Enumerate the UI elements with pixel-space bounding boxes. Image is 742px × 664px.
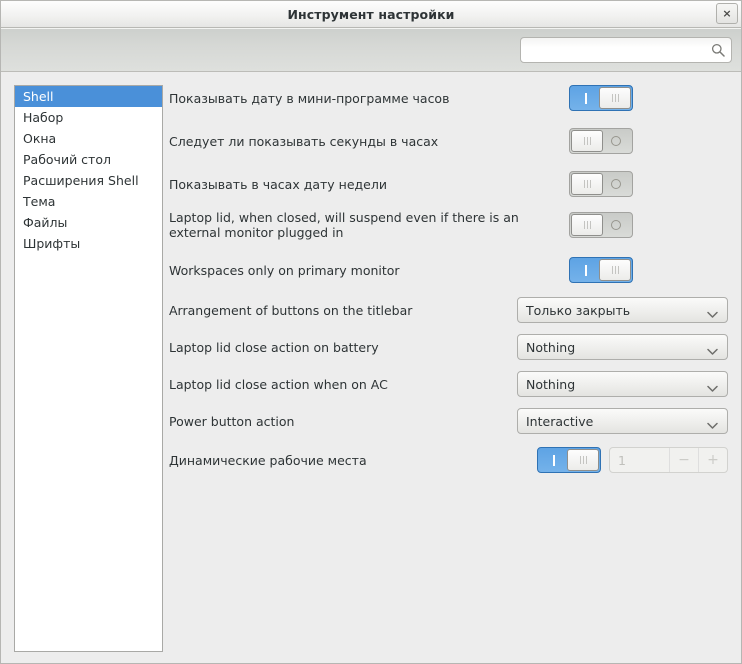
settings-row-label: Power button action	[169, 413, 295, 429]
chevron-down-icon	[707, 307, 718, 322]
switch-knob[interactable]	[567, 449, 599, 471]
settings-window: Инструмент настройки × Shell Набор Окна Раб…	[0, 0, 742, 664]
settings-row-control	[569, 85, 633, 111]
settings-row-label: Arrangement of buttons on the titlebar	[169, 302, 413, 318]
settings-row: Laptop lid close action on battery Nothin…	[169, 334, 728, 360]
settings-row: Power button action Interactive	[169, 408, 728, 434]
settings-row: Показывать дату в мини-программе часов	[169, 85, 728, 111]
dropdown-select[interactable]: Nothing	[517, 371, 728, 397]
toggle-switch[interactable]	[569, 212, 633, 238]
sidebar-item-расширения-shell[interactable]: Расширения Shell	[15, 170, 162, 191]
settings-row-control: Nothing	[517, 334, 728, 360]
settings-row: Следует ли показывать секунды в часах	[169, 128, 728, 154]
settings-row-control	[569, 257, 633, 283]
toggle-switch[interactable]	[569, 128, 633, 154]
switch-knob[interactable]	[599, 87, 631, 109]
spinner-increment-button[interactable]: +	[698, 448, 727, 472]
sidebar-item-label: Шрифты	[23, 236, 81, 251]
sidebar-item-рабочий-стол[interactable]: Рабочий стол	[15, 149, 162, 170]
sidebar-item-набор[interactable]: Набор	[15, 107, 162, 128]
settings-row: Laptop lid close action when on AC Nothin…	[169, 371, 728, 397]
settings-row: Workspaces only on primary monitor	[169, 257, 728, 283]
dropdown-select[interactable]: Только закрыть	[517, 297, 728, 323]
settings-row-control	[569, 171, 633, 197]
close-icon: ×	[722, 7, 732, 20]
settings-row-control	[569, 212, 633, 238]
dropdown-value: Interactive	[526, 413, 594, 429]
close-button[interactable]: ×	[716, 3, 738, 24]
window-title: Инструмент настройки	[287, 6, 455, 22]
spinner-value[interactable]: 1	[610, 453, 669, 468]
toggle-switch[interactable]	[537, 447, 601, 473]
toggle-switch[interactable]	[569, 85, 633, 111]
switch-knob[interactable]	[571, 173, 603, 195]
sidebar-item-окна[interactable]: Окна	[15, 128, 162, 149]
settings-row-control: Nothing	[517, 371, 728, 397]
sidebar: Shell Набор Окна Рабочий стол Расширения She…	[14, 85, 163, 652]
sidebar-item-label: Расширения Shell	[23, 173, 139, 188]
switch-knob[interactable]	[571, 130, 603, 152]
settings-row-label: Показывать дату в мини-программе часов	[169, 90, 450, 106]
dropdown-value: Только закрыть	[526, 302, 631, 318]
sidebar-item-shell[interactable]: Shell	[15, 86, 162, 107]
dropdown-select[interactable]: Interactive	[517, 408, 728, 434]
sidebar-item-label: Тема	[23, 194, 56, 209]
sidebar-item-тема[interactable]: Тема	[15, 191, 162, 212]
settings-row: Arrangement of buttons on the titlebar То…	[169, 297, 728, 323]
switch-off-icon	[600, 172, 632, 196]
dropdown-value: Nothing	[526, 376, 576, 392]
dropdown-value: Nothing	[526, 339, 576, 355]
sidebar-item-шрифты[interactable]: Шрифты	[15, 233, 162, 254]
settings-row-label: Показывать в часах дату недели	[169, 176, 387, 192]
search-box	[520, 37, 732, 63]
settings-row: Показывать в часах дату недели	[169, 171, 728, 197]
sidebar-item-label: Файлы	[23, 215, 68, 230]
dropdown-select[interactable]: Nothing	[517, 334, 728, 360]
settings-row: Динамические рабочие места 1− +	[169, 447, 728, 473]
switch-off-icon	[600, 213, 632, 237]
sidebar-item-label: Окна	[23, 131, 57, 146]
settings-pane: Показывать дату в мини-программе часов Сл…	[163, 85, 728, 652]
switch-on-icon	[570, 86, 602, 110]
switch-off-icon	[600, 129, 632, 153]
settings-row-label: Laptop lid close action when on AC	[169, 376, 388, 392]
window-body: Shell Набор Окна Рабочий стол Расширения She…	[1, 72, 741, 663]
search-input[interactable]	[520, 37, 732, 63]
switch-knob[interactable]	[571, 214, 603, 236]
switch-on-icon	[570, 258, 602, 282]
settings-row-label: Динамические рабочие места	[169, 452, 367, 468]
switch-on-icon	[538, 448, 570, 472]
settings-row-label: Laptop lid close action on battery	[169, 339, 379, 355]
settings-row-control: 1− +	[537, 447, 728, 473]
switch-knob[interactable]	[599, 259, 631, 281]
sidebar-item-label: Набор	[23, 110, 64, 125]
settings-row: Laptop lid, when closed, will suspend ev…	[169, 210, 728, 240]
sidebar-item-файлы[interactable]: Файлы	[15, 212, 162, 233]
settings-row-control: Interactive	[517, 408, 728, 434]
settings-row-label: Следует ли показывать секунды в часах	[169, 133, 439, 149]
settings-row-control: Только закрыть	[517, 297, 728, 323]
sidebar-item-label: Shell	[23, 89, 54, 104]
settings-row-control	[569, 128, 633, 154]
workspace-count-spinner[interactable]: 1− +	[609, 447, 728, 473]
settings-row-label: Workspaces only on primary monitor	[169, 262, 400, 278]
title-bar: Инструмент настройки ×	[1, 1, 741, 28]
toggle-switch[interactable]	[569, 171, 633, 197]
toolbar	[1, 28, 741, 72]
sidebar-item-label: Рабочий стол	[23, 152, 111, 167]
settings-row-label: Laptop lid, when closed, will suspend ev…	[169, 210, 519, 240]
spinner-decrement-button[interactable]: −	[669, 448, 698, 472]
toggle-switch[interactable]	[569, 257, 633, 283]
chevron-down-icon	[707, 381, 718, 396]
chevron-down-icon	[707, 344, 718, 359]
chevron-down-icon	[707, 418, 718, 433]
